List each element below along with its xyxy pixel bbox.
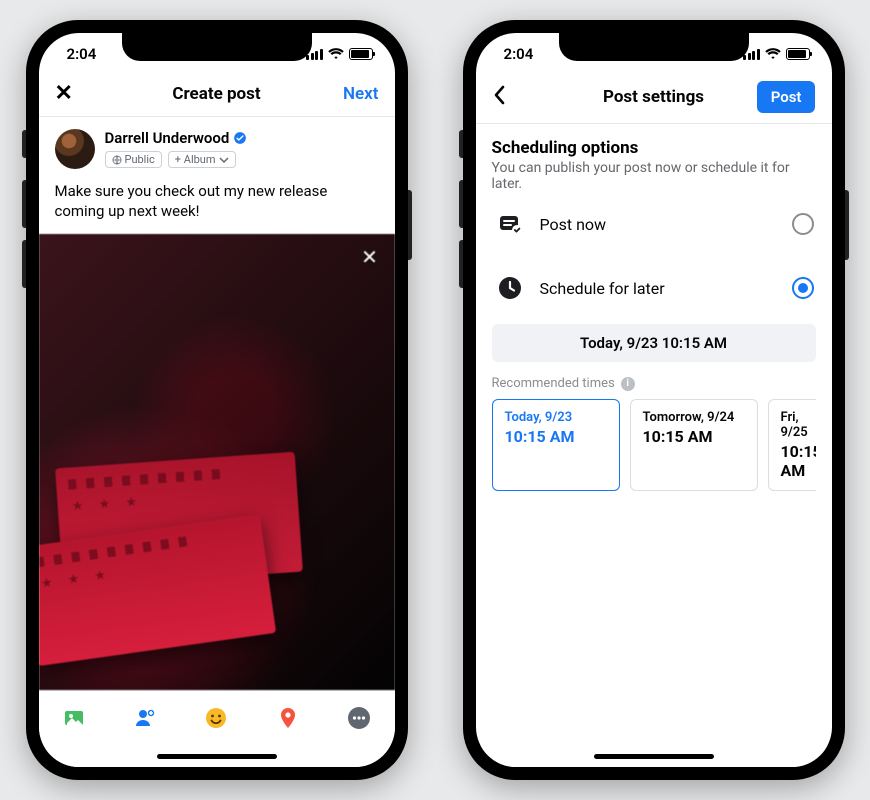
- rec-time: 10:15 AM: [781, 442, 816, 480]
- wifi-icon: [765, 48, 781, 60]
- phone-create-post: 2:04 ✕ Create post Next Darrell Underwoo…: [26, 20, 408, 780]
- section-title: Scheduling options: [492, 138, 816, 158]
- create-post-navbar: ✕ Create post Next: [39, 75, 395, 117]
- battery-icon: [349, 48, 373, 60]
- device-notch: [122, 33, 312, 61]
- battery-icon: [786, 48, 810, 60]
- photo-icon[interactable]: [61, 705, 87, 731]
- rec-time-card[interactable]: Tomorrow, 9/24 10:15 AM: [630, 399, 758, 491]
- rec-date: Tomorrow, 9/24: [643, 410, 745, 425]
- feeling-icon[interactable]: [203, 705, 229, 731]
- location-icon[interactable]: [275, 705, 301, 731]
- page-title: Create post: [172, 84, 260, 104]
- globe-icon: [112, 155, 122, 165]
- rec-time: 10:15 AM: [643, 427, 745, 446]
- rec-date: Today, 9/23: [505, 410, 607, 425]
- verified-badge-icon: [233, 131, 247, 145]
- post-text-input[interactable]: Make sure you check out my new release c…: [39, 175, 395, 234]
- back-icon[interactable]: [492, 85, 506, 109]
- album-chip[interactable]: + Album: [168, 151, 236, 168]
- attached-image[interactable]: ✕: [39, 234, 395, 691]
- option-post-now[interactable]: Post now: [492, 192, 816, 256]
- rec-date: Fri, 9/25: [781, 410, 816, 440]
- rec-time-card[interactable]: Today, 9/23 10:15 AM: [492, 399, 620, 491]
- recommended-times-label: Recommended times i: [492, 376, 816, 391]
- scheduled-time-pill[interactable]: Today, 9/23 10:15 AM: [492, 324, 816, 362]
- post-now-icon: [494, 208, 526, 240]
- option-schedule-later[interactable]: Schedule for later: [492, 256, 816, 320]
- home-indicator[interactable]: [39, 745, 395, 767]
- home-indicator[interactable]: [476, 745, 832, 767]
- section-subtitle: You can publish your post now or schedul…: [492, 160, 816, 192]
- radio-selected[interactable]: [792, 277, 814, 299]
- option-label: Schedule for later: [540, 279, 778, 298]
- close-icon[interactable]: ✕: [55, 81, 73, 106]
- option-label: Post now: [540, 215, 778, 234]
- tag-people-icon[interactable]: [132, 705, 158, 731]
- user-name: Darrell Underwood: [105, 129, 230, 147]
- wifi-icon: [328, 48, 344, 60]
- rec-time-card[interactable]: Fri, 9/25 10:15 AM: [768, 399, 816, 491]
- page-title: Post settings: [603, 87, 704, 107]
- remove-attachment-icon[interactable]: ✕: [355, 242, 385, 272]
- composer-header: Darrell Underwood Public + Album: [39, 117, 395, 175]
- status-time: 2:04: [504, 45, 534, 63]
- status-time: 2:04: [67, 45, 97, 63]
- info-icon[interactable]: i: [621, 377, 635, 391]
- chevron-down-icon: [219, 155, 229, 165]
- phone-post-settings: 2:04 Post settings Post Scheduling optio…: [463, 20, 845, 780]
- rec-time: 10:15 AM: [505, 427, 607, 446]
- post-button[interactable]: Post: [757, 81, 816, 113]
- composer-toolbar: [39, 690, 395, 745]
- post-settings-navbar: Post settings Post: [476, 75, 832, 124]
- privacy-chip-label: Public: [125, 153, 155, 166]
- more-icon[interactable]: [346, 705, 372, 731]
- radio-unselected[interactable]: [792, 213, 814, 235]
- privacy-chip[interactable]: Public: [105, 151, 162, 168]
- album-chip-label: + Album: [175, 153, 216, 166]
- avatar[interactable]: [55, 129, 95, 169]
- clock-icon: [494, 272, 526, 304]
- device-notch: [559, 33, 749, 61]
- recommended-times-row[interactable]: Today, 9/23 10:15 AM Tomorrow, 9/24 10:1…: [492, 399, 816, 491]
- next-button[interactable]: Next: [343, 84, 379, 104]
